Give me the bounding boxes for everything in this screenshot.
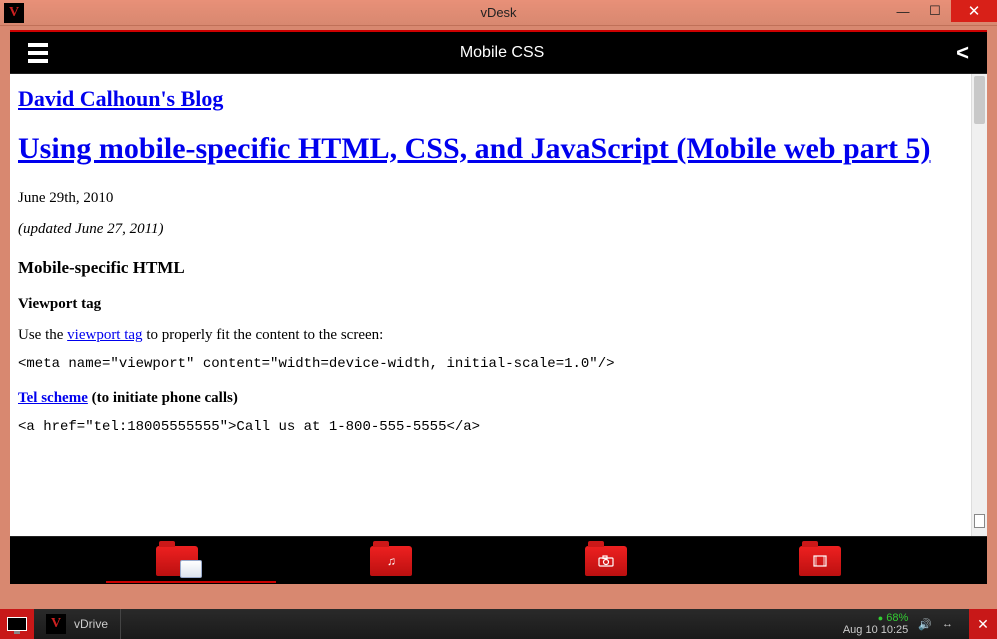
vertical-scrollbar[interactable] [971, 74, 987, 536]
content-area: David Calhoun's Blog Using mobile-specif… [10, 74, 987, 536]
article-content: David Calhoun's Blog Using mobile-specif… [10, 74, 971, 536]
clock: Aug 10 10:25 [843, 624, 908, 636]
subsection-heading-tel: Tel scheme (to initiate phone calls) [18, 390, 965, 407]
back-icon[interactable]: < [956, 40, 969, 66]
folder-music-icon: ♫ [370, 546, 412, 576]
article-date: June 29th, 2010 [18, 190, 965, 207]
dock-item-documents[interactable] [156, 546, 198, 576]
section-heading: Mobile-specific HTML [18, 258, 965, 278]
app-window-icon: V [4, 3, 24, 23]
volume-icon[interactable]: 🔊 [918, 618, 932, 631]
bottom-dock: ♫ [10, 536, 987, 584]
folder-icon [156, 546, 198, 576]
dock-item-music[interactable]: ♫ [370, 546, 412, 576]
battery-percent: 68% [886, 612, 908, 624]
folder-videos-icon [799, 546, 841, 576]
blog-home-link[interactable]: David Calhoun's Blog [18, 86, 223, 111]
viewport-tag-link[interactable]: viewport tag [67, 327, 142, 343]
folder-photos-icon [585, 546, 627, 576]
system-taskbar: V vDrive ● 68% Aug 10 10:25 🔊 ↔ ✕ [0, 609, 997, 639]
taskbar-app-label: vDrive [74, 617, 108, 631]
fullscreen-icon[interactable]: ↔ [942, 618, 953, 630]
minimize-button[interactable]: — [887, 0, 919, 22]
article-title-link[interactable]: Using mobile-specific HTML, CSS, and Jav… [18, 132, 931, 165]
taskbar-app-vdrive[interactable]: V vDrive [34, 609, 121, 639]
hamburger-menu-icon[interactable] [28, 43, 48, 63]
system-tray: ● 68% Aug 10 10:25 🔊 ↔ ✕ [843, 609, 997, 639]
paragraph: Use the viewport tag to properly fit the… [18, 327, 965, 344]
close-button[interactable]: ✕ [951, 0, 997, 22]
monitor-icon [7, 617, 27, 631]
scrollbar-thumb[interactable] [974, 76, 985, 124]
window-titlebar: V vDesk — ☐ ✕ [0, 0, 997, 26]
vdrive-app-icon: V [46, 614, 66, 634]
document-overlay-icon [180, 560, 202, 578]
dock-item-photos[interactable] [585, 546, 627, 576]
tel-scheme-link[interactable]: Tel scheme [18, 390, 88, 406]
battery-status: ● 68% Aug 10 10:25 [843, 612, 908, 636]
subsection-heading-viewport: Viewport tag [18, 296, 965, 313]
text: to properly fit the content to the scree… [143, 327, 384, 343]
article-updated: (updated June 27, 2011) [18, 221, 965, 238]
window-title: vDesk [480, 5, 516, 20]
start-button[interactable] [0, 609, 34, 639]
app-header-title: Mobile CSS [460, 44, 544, 62]
code-block-viewport: <meta name="viewport" content="width=dev… [18, 356, 965, 372]
text: Use the [18, 327, 67, 343]
dock-active-indicator [106, 581, 276, 583]
code-block-tel: <a href="tel:18005555555">Call us at 1-8… [18, 419, 965, 435]
app-frame: Mobile CSS < David Calhoun's Blog Using … [10, 30, 987, 584]
text: (to initiate phone calls) [88, 390, 238, 406]
app-header: Mobile CSS < [10, 30, 987, 74]
window-controls: — ☐ ✕ [887, 0, 997, 22]
dock-item-videos[interactable] [799, 546, 841, 576]
maximize-button[interactable]: ☐ [919, 0, 951, 22]
taskbar-close-button[interactable]: ✕ [969, 609, 997, 639]
scrollbar-resize-box[interactable] [974, 514, 985, 528]
